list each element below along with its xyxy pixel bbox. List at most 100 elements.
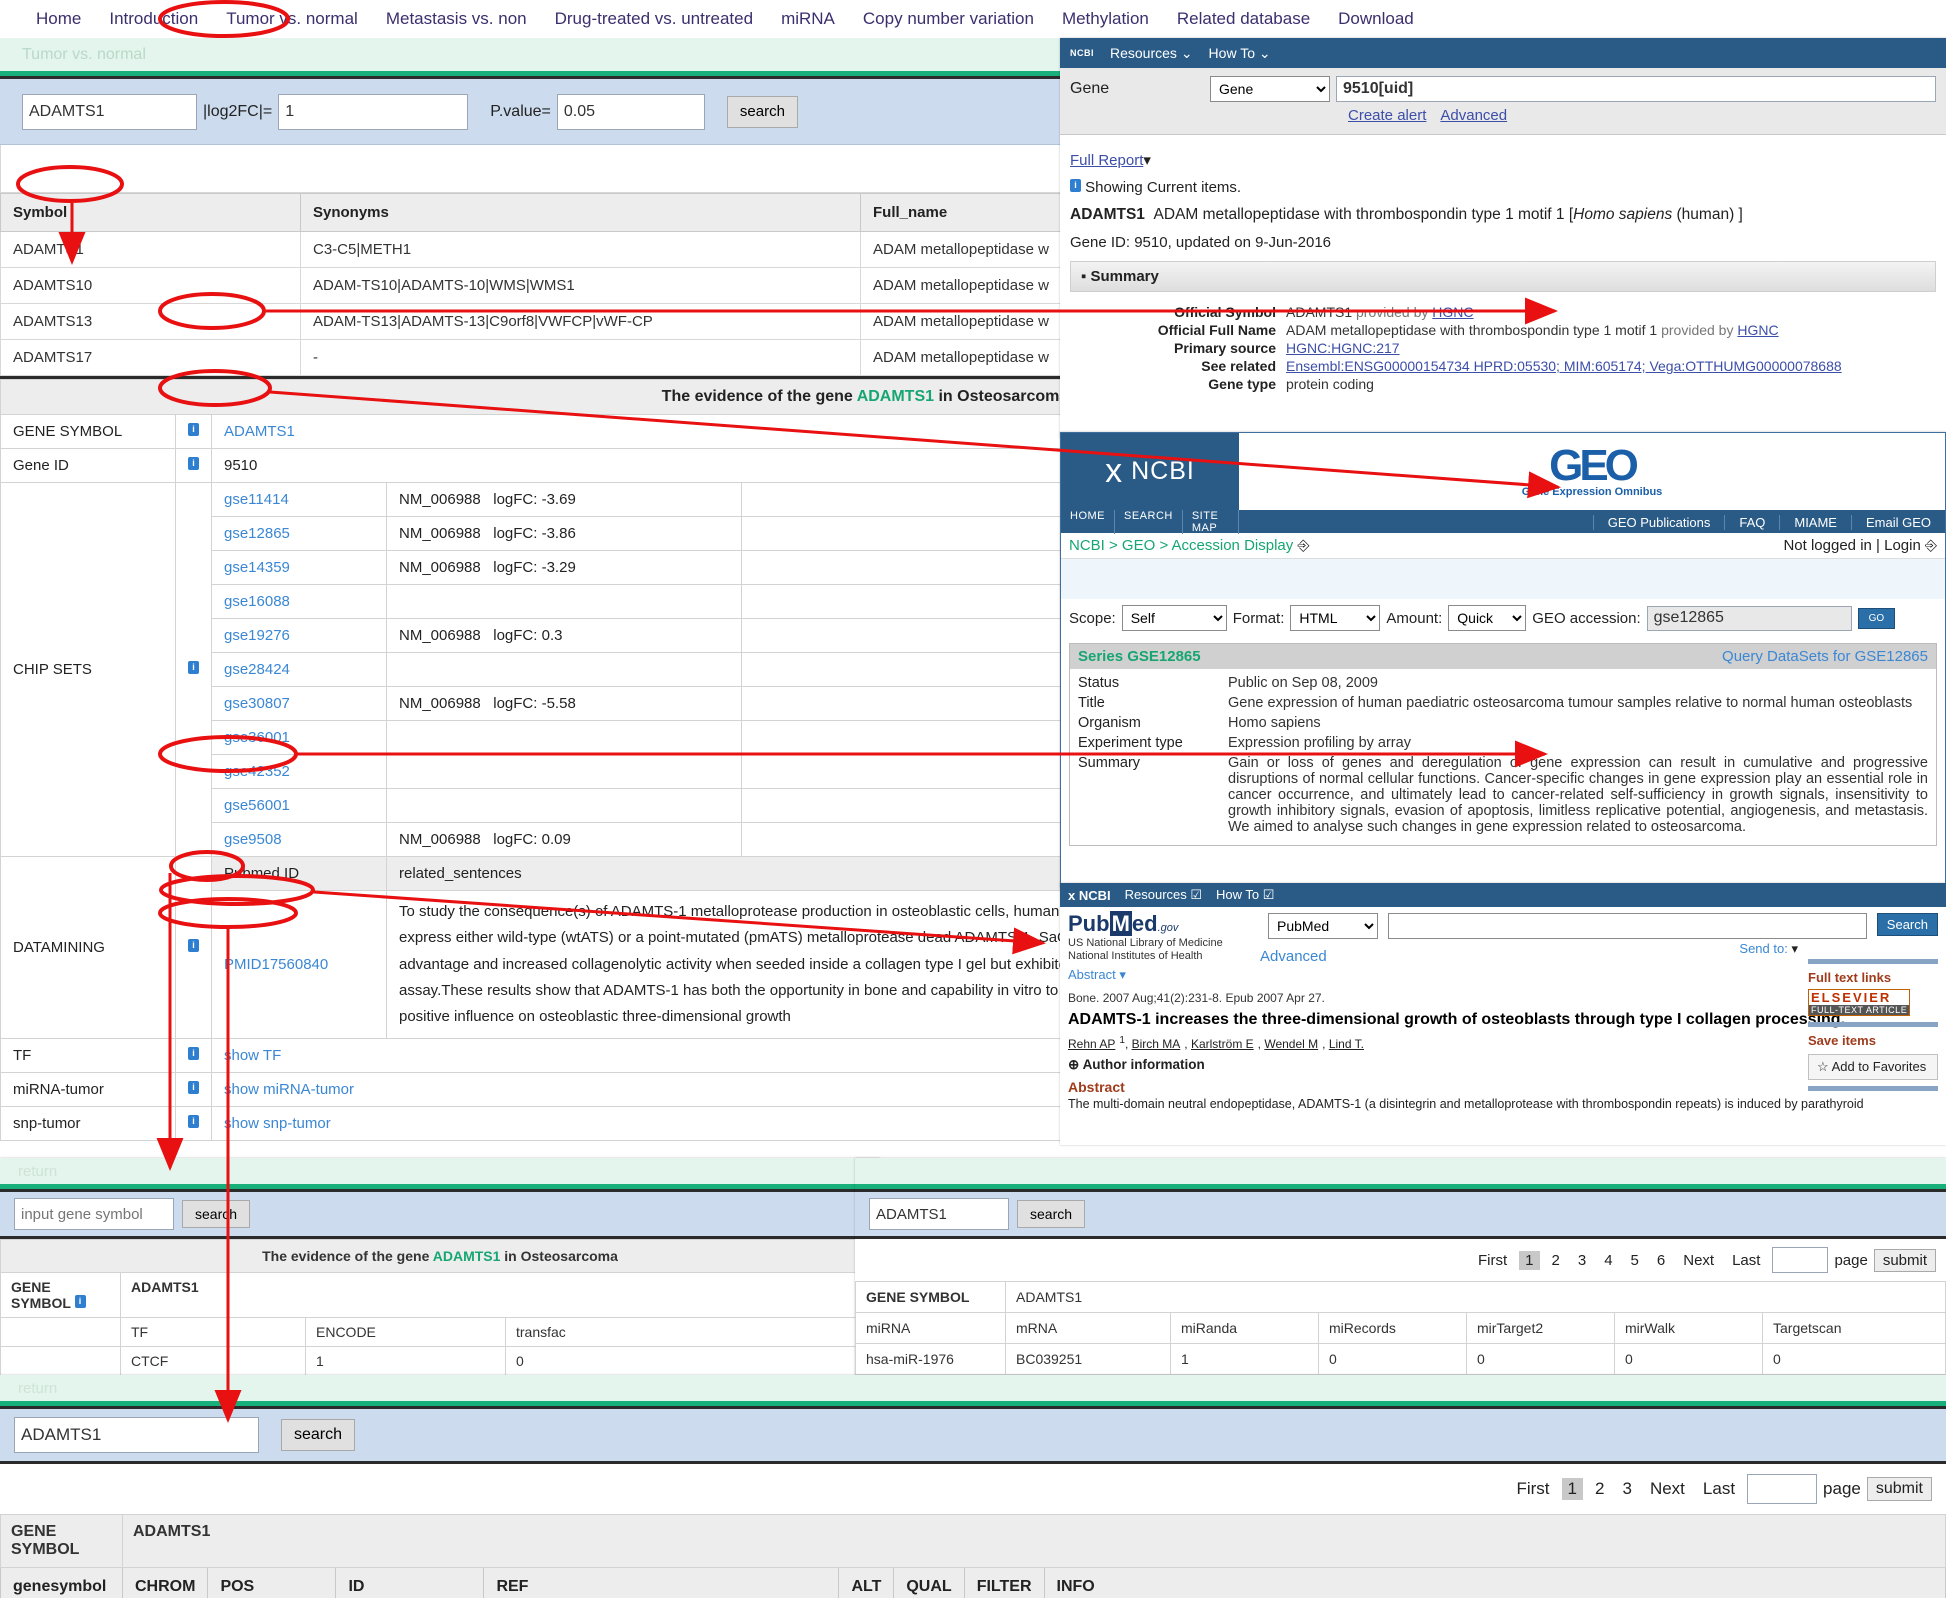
page-number-input[interactable] [1772,1247,1829,1273]
gse-link[interactable]: gse28424 [211,652,387,687]
abstract-dropdown[interactable]: Abstract ▾ [1068,967,1126,982]
tf-gene-input[interactable] [14,1198,174,1230]
pubmed-menu-how-to[interactable]: How To ☑ [1216,887,1274,903]
amount-select[interactable]: Quick [1448,605,1527,631]
geo-nav-home[interactable]: HOME [1061,510,1115,534]
pubmed-advanced-link[interactable]: Advanced [1260,948,1327,965]
gse-link[interactable]: gse11414 [211,482,387,517]
help-icon[interactable]: ⎆ [1925,537,1937,554]
gse-link[interactable]: gse12865 [211,516,387,551]
nav-item-related-database[interactable]: Related database [1163,9,1324,29]
snp-return-link[interactable]: return [0,1375,1946,1401]
page-last[interactable]: Last [1697,1478,1741,1500]
nav-item-methylation[interactable]: Methylation [1048,9,1163,29]
create-alert-link[interactable]: Create alert [1348,107,1426,124]
info-icon[interactable]: i [74,1295,86,1308]
page-number-input[interactable] [1747,1474,1818,1504]
nav-item-tumor-vs-normal[interactable]: Tumor vs. normal [212,9,372,29]
mirna-search-button[interactable]: search [1017,1200,1086,1228]
page-first[interactable]: First [1472,1251,1513,1270]
page-3[interactable]: 3 [1616,1478,1637,1500]
page-6[interactable]: 6 [1651,1251,1671,1270]
page-5[interactable]: 5 [1625,1251,1645,1270]
pubmed-id-link[interactable]: PMID17560840 [211,889,387,1040]
full-report-link[interactable]: Full Report [1070,152,1143,169]
snp-gene-symbol-value[interactable]: ADAMTS1 [122,1514,1946,1568]
gse-link[interactable]: gse36001 [211,720,387,755]
hgnc-link[interactable]: HGNC [1737,322,1778,338]
ncbi-menu-resources[interactable]: Resources ⌄ [1110,45,1193,62]
ncbi-menu-how-to[interactable]: How To ⌄ [1209,45,1271,62]
page-2[interactable]: 2 [1589,1478,1610,1500]
gene-symbol-link[interactable]: ADAMTS13 [0,303,301,340]
gse-link[interactable]: gse16088 [211,584,387,619]
pubmed-db-select[interactable]: PubMed [1268,913,1378,939]
nav-item-copy-number-variation[interactable]: Copy number variation [849,9,1048,29]
ncbi-query-input[interactable] [1336,76,1936,102]
advanced-link[interactable]: Advanced [1440,107,1507,124]
gene-symbol-input[interactable] [22,93,197,130]
geo-breadcrumb[interactable]: NCBI > GEO > Accession Display [1069,537,1293,554]
info-icon[interactable]: i [175,1106,212,1142]
page-next[interactable]: Next [1644,1478,1691,1500]
page-1[interactable]: 1 [1561,1478,1583,1500]
primary-source-link[interactable]: HGNC:HGNC:217 [1286,340,1400,356]
info-icon[interactable]: i [175,855,212,1040]
search-button[interactable]: search [726,95,798,128]
gse-link[interactable]: gse9508 [211,822,387,857]
page-first[interactable]: First [1510,1478,1555,1500]
log2fc-input[interactable] [278,93,469,130]
snp-gene-input[interactable] [14,1417,259,1453]
author[interactable]: Birch MA [1132,1037,1181,1051]
geo-nav-sitemap[interactable]: SITE MAP [1183,510,1239,534]
mirna-gene-input[interactable] [869,1198,1009,1230]
gse-link[interactable]: gse14359 [211,550,387,585]
nav-item-download[interactable]: Download [1324,9,1428,29]
nav-item-introduction[interactable]: Introduction [95,9,212,29]
geo-nav-search[interactable]: SEARCH [1115,510,1183,534]
pubmed-menu-resources[interactable]: Resources ☑ [1125,887,1202,903]
geo-nav-publications[interactable]: GEO Publications [1592,514,1725,530]
nav-item-drug-treated-vs-untreated[interactable]: Drug-treated vs. untreated [541,9,767,29]
hgnc-link[interactable]: HGNC [1432,304,1473,320]
tf-search-button[interactable]: search [182,1200,251,1228]
author[interactable]: Rehn AP [1068,1037,1115,1051]
geo-nav-miame[interactable]: MIAME [1779,514,1851,530]
author[interactable]: Wendel M [1264,1037,1318,1051]
page-4[interactable]: 4 [1598,1251,1618,1270]
scope-select[interactable]: Self [1121,605,1227,631]
page-1[interactable]: 1 [1519,1250,1540,1270]
geo-login-status[interactable]: Not logged in | Login ⎆ [1783,537,1937,554]
geo-nav-faq[interactable]: FAQ [1724,514,1779,530]
page-submit-button[interactable]: submit [1866,1477,1932,1501]
snp-search-button[interactable]: search [281,1419,356,1451]
geo-nav-email[interactable]: Email GEO [1850,514,1945,530]
ncbi-database-select[interactable]: Gene [1210,76,1330,102]
nav-item-home[interactable]: Home [22,9,95,29]
gene-symbol-link[interactable]: ADAMTS10 [0,267,301,304]
info-icon[interactable]: i [175,448,212,483]
help-icon[interactable]: ⎆ [1297,537,1309,554]
nav-item-mirna[interactable]: miRNA [767,9,849,29]
author[interactable]: Lind T. [1329,1037,1364,1051]
pubmed-search-input[interactable] [1388,913,1867,939]
summary-section-header[interactable]: ▪ Summary [1070,261,1936,292]
page-submit-button[interactable]: submit [1873,1248,1936,1272]
page-last[interactable]: Last [1726,1251,1766,1270]
send-to-dropdown[interactable]: Send to: ▾ [1739,941,1798,957]
format-select[interactable]: HTML [1290,605,1381,631]
info-icon[interactable]: i [175,482,212,857]
add-to-favorites-button[interactable]: ☆ Add to Favorites [1808,1054,1938,1080]
gse-link[interactable]: gse19276 [211,618,387,653]
gse-link[interactable]: gse30807 [211,686,387,721]
query-datasets-link[interactable]: Query DataSets for GSE12865 [1722,648,1928,665]
info-icon[interactable]: i [175,414,212,449]
mirna-gene-symbol-value[interactable]: ADAMTS1 [1005,1281,1946,1313]
author[interactable]: Karlström E [1191,1037,1254,1051]
info-icon[interactable]: i [175,1038,212,1074]
geo-go-button[interactable]: GO [1857,607,1896,629]
organism-link[interactable]: Homo sapiens [1228,713,1928,733]
gene-symbol-link[interactable]: ADAMTS1 [0,231,301,268]
gse-link[interactable]: gse56001 [211,788,387,823]
nav-item-metastasis-vs-non[interactable]: Metastasis vs. non [372,9,541,29]
